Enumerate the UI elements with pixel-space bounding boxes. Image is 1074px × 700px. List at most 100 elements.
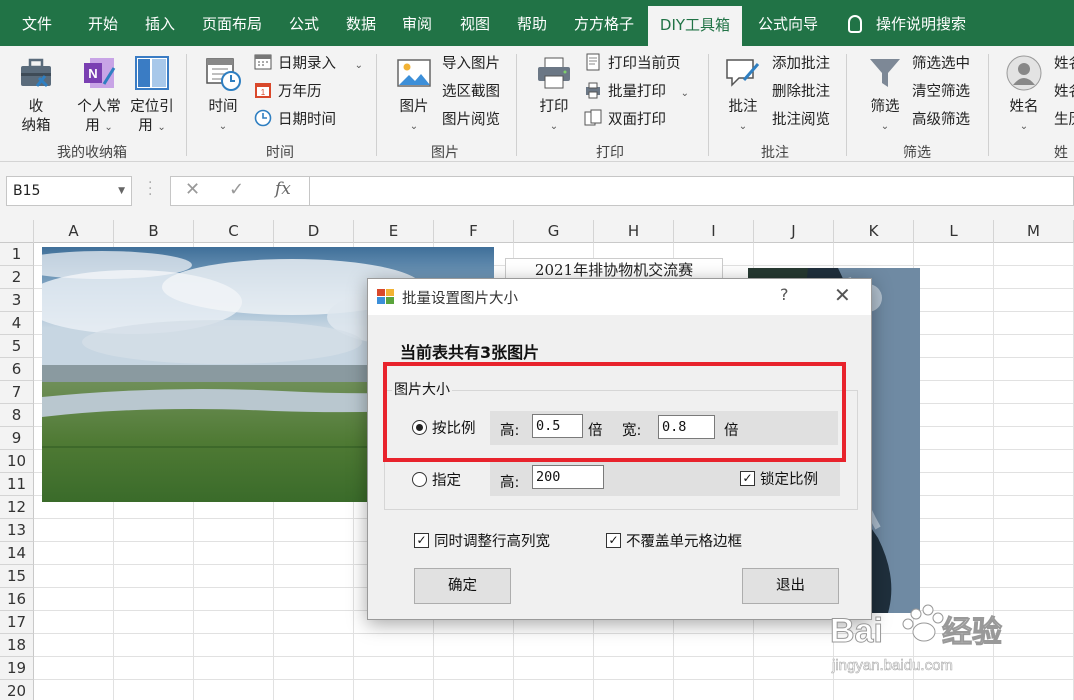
help-button[interactable]: ?	[780, 285, 789, 304]
clear-filter-button[interactable]: 清空筛选	[912, 80, 970, 104]
area-screenshot-button[interactable]: 选区截图	[442, 80, 500, 104]
tab-page-layout[interactable]: 页面布局	[192, 0, 272, 46]
locate-reference-label-2: 用	[138, 118, 153, 134]
row-header-9[interactable]: 9	[0, 427, 34, 450]
column-header-i[interactable]: I	[674, 220, 754, 243]
date-entry-button[interactable]: 日期录入 ⌄	[254, 52, 363, 76]
filter-button[interactable]: 筛选 ⌄	[862, 54, 908, 136]
lock-ratio-checkbox[interactable]: ✓	[740, 471, 755, 486]
browse-comment-button[interactable]: 批注阅览	[772, 108, 830, 132]
row-header-7[interactable]: 7	[0, 381, 34, 404]
formula-input[interactable]	[310, 176, 1074, 206]
column-header-e[interactable]: E	[354, 220, 434, 243]
row-header-4[interactable]: 4	[0, 312, 34, 335]
confirm-icon[interactable]: ✓	[229, 179, 244, 200]
row-header-13[interactable]: 13	[0, 519, 34, 542]
row-header-5[interactable]: 5	[0, 335, 34, 358]
column-header-k[interactable]: K	[834, 220, 914, 243]
tab-formulas[interactable]: 公式	[278, 0, 330, 46]
column-header-c[interactable]: C	[194, 220, 274, 243]
column-header-g[interactable]: G	[514, 220, 594, 243]
row-header-11[interactable]: 11	[0, 473, 34, 496]
row-header-16[interactable]: 16	[0, 588, 34, 611]
locate-panel-icon	[135, 56, 169, 90]
column-header-b[interactable]: B	[114, 220, 194, 243]
fixed-height-label: 高:	[500, 475, 520, 491]
name-item-3[interactable]: 生历	[1054, 108, 1074, 132]
storage-box-button[interactable]: 收 纳箱	[14, 54, 58, 136]
import-image-button[interactable]: 导入图片	[442, 52, 500, 76]
row-header-10[interactable]: 10	[0, 450, 34, 473]
tab-formula-wizard[interactable]: 公式向导	[748, 0, 828, 46]
column-header-d[interactable]: D	[274, 220, 354, 243]
personal-common-button[interactable]: N 个人常 用 ⌄	[74, 54, 124, 137]
tab-file[interactable]: 文件	[6, 0, 68, 46]
select-all-corner[interactable]	[0, 220, 34, 243]
name-item-1[interactable]: 姓名	[1054, 52, 1074, 76]
duplex-print-button[interactable]: 双面打印	[584, 108, 666, 132]
name-button[interactable]: 姓名 ⌄	[1002, 54, 1046, 136]
tab-review[interactable]: 审阅	[390, 0, 444, 46]
row-header-3[interactable]: 3	[0, 289, 34, 312]
column-header-f[interactable]: F	[434, 220, 514, 243]
print-current-page-button[interactable]: 打印当前页	[584, 52, 681, 76]
row-header-12[interactable]: 12	[0, 496, 34, 519]
drag-handle-icon[interactable]: · · ·	[148, 176, 152, 202]
datetime-button[interactable]: 日期时间	[254, 108, 336, 132]
print-button[interactable]: 打印 ⌄	[532, 54, 576, 136]
no-cover-border-checkbox[interactable]: ✓	[606, 533, 621, 548]
column-header-m[interactable]: M	[994, 220, 1074, 243]
row-header-15[interactable]: 15	[0, 565, 34, 588]
row-header-2[interactable]: 2	[0, 266, 34, 289]
row-header-19[interactable]: 19	[0, 657, 34, 680]
tab-help[interactable]: 帮助	[504, 0, 560, 46]
column-header-a[interactable]: A	[34, 220, 114, 243]
tab-diy-toolbox[interactable]: DIY工具箱	[648, 6, 742, 46]
chevron-down-icon: ⌄	[549, 121, 559, 132]
row-header-1[interactable]: 1	[0, 243, 34, 266]
row-header-18[interactable]: 18	[0, 634, 34, 657]
batch-print-button[interactable]: 批量打印 ⌄	[584, 80, 689, 104]
cancel-icon[interactable]: ✕	[185, 179, 200, 200]
tab-insert[interactable]: 插入	[132, 0, 188, 46]
dialog-titlebar[interactable]: 批量设置图片大小 ? ✕	[368, 279, 871, 315]
lock-ratio-label: 锁定比例	[760, 472, 818, 488]
locate-reference-button[interactable]: 定位引 用 ⌄	[128, 54, 176, 137]
tab-home[interactable]: 开始	[72, 0, 134, 46]
row-header-20[interactable]: 20	[0, 680, 34, 700]
column-header-l[interactable]: L	[914, 220, 994, 243]
tab-fangfang[interactable]: 方方格子	[564, 0, 644, 46]
fixed-height-input[interactable]: 200	[532, 465, 604, 489]
time-button[interactable]: 时间 ⌄	[200, 54, 246, 136]
column-header-j[interactable]: J	[754, 220, 834, 243]
comment-button[interactable]: 批注 ⌄	[720, 54, 766, 136]
cell-g2-title[interactable]: 2021年排协物机交流赛	[505, 258, 723, 280]
tell-me-search[interactable]: 操作说明搜索	[848, 0, 966, 46]
image-browse-button[interactable]: 图片阅览	[442, 108, 500, 132]
adjust-rows-checkbox[interactable]: ✓	[414, 533, 429, 548]
chevron-down-icon[interactable]: ▼	[118, 177, 125, 205]
row-header-14[interactable]: 14	[0, 542, 34, 565]
row-header-8[interactable]: 8	[0, 404, 34, 427]
exit-button[interactable]: 退出	[742, 568, 839, 604]
fixed-size-radio[interactable]	[412, 472, 427, 487]
perpetual-calendar-button[interactable]: 1 万年历	[254, 80, 322, 104]
watermark-brand-tail: 经验	[942, 615, 1002, 649]
column-header-h[interactable]: H	[594, 220, 674, 243]
close-button[interactable]: ✕	[834, 283, 851, 307]
picture-count-text: 当前表共有3张图片	[400, 343, 540, 362]
tab-data[interactable]: 数据	[334, 0, 388, 46]
row-header-17[interactable]: 17	[0, 611, 34, 634]
tab-view[interactable]: 视图	[448, 0, 502, 46]
name-item-2[interactable]: 姓名	[1054, 80, 1074, 104]
group-separator	[708, 54, 709, 156]
filter-selected-button[interactable]: 筛选选中	[912, 52, 970, 76]
advanced-filter-button[interactable]: 高级筛选	[912, 108, 970, 132]
name-box[interactable]: B15 ▼	[6, 176, 132, 206]
insert-function-button[interactable]: fx	[275, 179, 291, 199]
image-button[interactable]: 图片 ⌄	[392, 54, 436, 136]
ok-button[interactable]: 确定	[414, 568, 511, 604]
add-comment-button[interactable]: 添加批注	[772, 52, 830, 76]
delete-comment-button[interactable]: 删除批注	[772, 80, 830, 104]
row-header-6[interactable]: 6	[0, 358, 34, 381]
